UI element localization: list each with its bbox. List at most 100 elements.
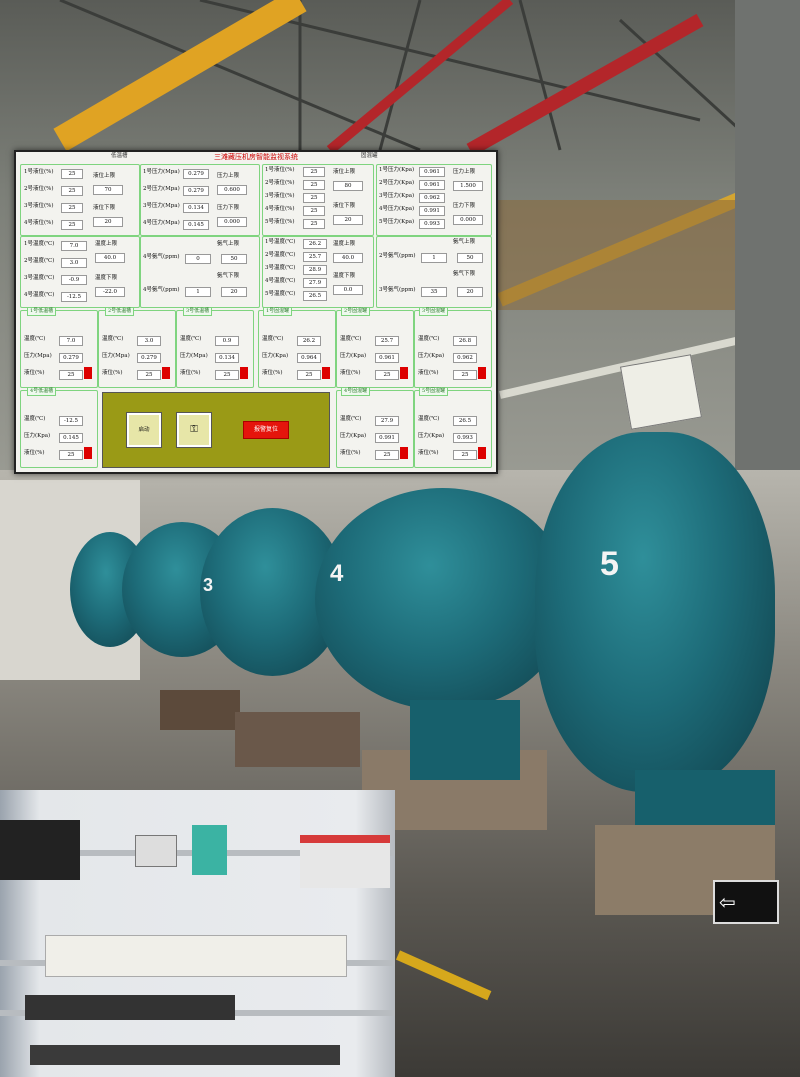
temp-1-value: 7.0	[61, 241, 87, 251]
right-level-2-value: 25	[303, 180, 325, 190]
right-level-3-value: 25	[303, 193, 325, 203]
alarm-indicator	[478, 447, 486, 459]
unit-level-value: 25	[375, 370, 399, 380]
alarm-indicator	[84, 367, 92, 379]
unit-panel-8: 4号固混罐 温度(℃) 27.9 压力(Kpa) 0.991 液位(%) 25	[336, 387, 414, 468]
ammonia-lower-value[interactable]: 20	[221, 287, 247, 297]
unit-panel-4: 1号固混罐 温度(℃) 26.2 压力(Kpa) 0.964 液位(%) 25	[258, 307, 336, 388]
hmi-title: 三滩藏压机房智能监视系统	[214, 153, 298, 161]
level-lower-value[interactable]: 20	[93, 217, 123, 227]
pressure-lower-value[interactable]: 0.000	[217, 217, 247, 227]
ammonia-group-right: 氨气上限 2号氨气(ppm) 1 50 氨气下限 3号氨气(ppm) 35 20	[376, 236, 492, 308]
unit-panel-2: 2号低温槽 温度(℃) 3.0 压力(Mpa) 0.279 液位(%) 25	[98, 307, 176, 388]
tank-5	[535, 432, 775, 792]
start-button[interactable]: 启动	[127, 413, 161, 447]
unit-pressure-value: 0.961	[375, 353, 399, 363]
unit-level-value: 25	[215, 370, 239, 380]
right-temp-lower-value[interactable]: 0.0	[333, 285, 363, 295]
temp-upper-value[interactable]: 40.0	[95, 253, 125, 263]
tank-4	[315, 488, 570, 710]
unit-level-value: 25	[453, 450, 477, 460]
unit-temp-value: 3.0	[137, 336, 161, 346]
io-modules	[45, 935, 347, 977]
pressure-group-mid: 1号压力(Mpa) 0.279 2号压力(Mpa) 0.279 3号压力(Mpa…	[140, 164, 260, 236]
level-4-value: 25	[61, 220, 83, 230]
power-supply	[0, 820, 80, 880]
right-ammonia-2-value: 35	[421, 287, 447, 297]
right-level-1-value: 25	[303, 167, 325, 177]
control-panel: 启动 ⚿ 报警复位	[102, 392, 330, 468]
temp-4-value: -12.5	[61, 292, 87, 302]
unit-level-value: 25	[375, 450, 399, 460]
tank-number-3: 3	[203, 575, 214, 595]
unit-temp-value: 26.2	[297, 336, 321, 346]
right-ammonia-lower-value[interactable]: 20	[457, 287, 483, 297]
temp-2-value: 3.0	[61, 258, 87, 268]
tank-number-4: 4	[330, 560, 344, 587]
level-1-value: 25	[61, 169, 83, 179]
right-temp-upper-value[interactable]: 40.0	[333, 253, 363, 263]
reset-button[interactable]: ⚿	[177, 413, 211, 447]
right-ammonia-upper-value[interactable]: 50	[457, 253, 483, 263]
pressure-group-right: 1号压力(Kpa) 0.961 2号压力(Kpa) 0.961 3号压力(Kpa…	[376, 164, 492, 236]
unit-level-value: 25	[453, 370, 477, 380]
hmi-monitor-screen: 三滩藏压机房智能监视系统 低温槽 固混罐 1号液位(%) 25 2号液位(%) …	[14, 150, 498, 474]
right-pressure-3-value: 0.962	[419, 193, 445, 203]
right-level-lower-value[interactable]: 20	[333, 215, 363, 225]
unit-level-value: 25	[297, 370, 321, 380]
right-pressure-4-value: 0.991	[419, 206, 445, 216]
unit-panel-3: 3号低温槽 温度(℃) 0.9 压力(Mpa) 0.134 液位(%) 25	[176, 307, 254, 388]
exit-arrow-icon: ⇦	[719, 890, 736, 914]
temperature-group-left: 1号温度(℃) 7.0 2号温度(℃) 3.0 3号温度(℃) -0.9 4号温…	[20, 236, 140, 308]
alarm-reset-button[interactable]: 报警复位	[243, 421, 289, 439]
electrical-cabinet-photo	[0, 790, 395, 1077]
unit-pressure-value: 0.279	[59, 353, 83, 363]
ammonia-group-left: 氨气上限 4号氨气(ppm) 0 50 氨气下限 4号氨气(ppm) 1 20	[140, 236, 260, 308]
unit-panel-7: 4号低温槽 温度(℃) -12.5 压力(Kpa) 0.145 液位(%) 25	[20, 387, 98, 468]
tank-leg	[410, 700, 520, 780]
unit-temp-value: 26.5	[453, 416, 477, 426]
level-2-value: 25	[61, 186, 83, 196]
unit-pressure-value: 0.962	[453, 353, 477, 363]
level-upper-value[interactable]: 70	[93, 185, 123, 195]
pressure-2-value: 0.279	[183, 186, 209, 196]
alarm-indicator	[478, 367, 486, 379]
terminal-block	[25, 995, 235, 1020]
ammonia-upper-value[interactable]: 50	[221, 254, 247, 264]
unit-panel-6: 3号固混罐 温度(℃) 26.8 压力(Kpa) 0.962 液位(%) 25	[414, 307, 492, 388]
temp-3-value: -0.9	[61, 275, 87, 285]
right-pressure-upper-value[interactable]: 1.500	[453, 181, 483, 191]
ammonia-1-value: 0	[185, 254, 211, 264]
alarm-indicator	[400, 367, 408, 379]
right-temp-4-value: 27.9	[303, 278, 327, 288]
alarm-indicator	[162, 367, 170, 379]
unit-pressure-value: 0.964	[297, 353, 321, 363]
tank-support	[235, 712, 360, 767]
alarm-indicator	[240, 367, 248, 379]
header-left: 低温槽	[111, 153, 128, 159]
pressure-4-value: 0.145	[183, 220, 209, 230]
right-temp-5-value: 26.5	[303, 291, 327, 301]
unit-temp-value: 26.8	[453, 336, 477, 346]
temp-lower-value[interactable]: -22.0	[95, 287, 125, 297]
right-pressure-lower-value[interactable]: 0.000	[453, 215, 483, 225]
unit-level-value: 25	[59, 370, 83, 380]
ammonia-2-value: 1	[185, 287, 211, 297]
terminal-block	[30, 1045, 340, 1065]
unit-temp-value: 0.9	[215, 336, 239, 346]
right-pressure-1-value: 0.961	[419, 167, 445, 177]
exit-sign: ⇦	[713, 880, 779, 924]
right-temp-2-value: 25.7	[303, 252, 327, 262]
alarm-indicator	[322, 367, 330, 379]
pressure-upper-value[interactable]: 0.600	[217, 185, 247, 195]
right-level-upper-value[interactable]: 80	[333, 181, 363, 191]
nameplate	[619, 354, 703, 430]
unit-temp-value: 25.7	[375, 336, 399, 346]
unit-pressure-value: 0.279	[137, 353, 161, 363]
right-level-5-value: 25	[303, 219, 325, 229]
pressure-3-value: 0.134	[183, 203, 209, 213]
unit-level-value: 25	[137, 370, 161, 380]
unit-pressure-value: 0.134	[215, 353, 239, 363]
temperature-group-right: 1号温度(℃) 26.2 2号温度(℃) 25.7 3号温度(℃) 28.9 4…	[262, 236, 374, 308]
right-temp-1-value: 26.2	[303, 239, 327, 249]
